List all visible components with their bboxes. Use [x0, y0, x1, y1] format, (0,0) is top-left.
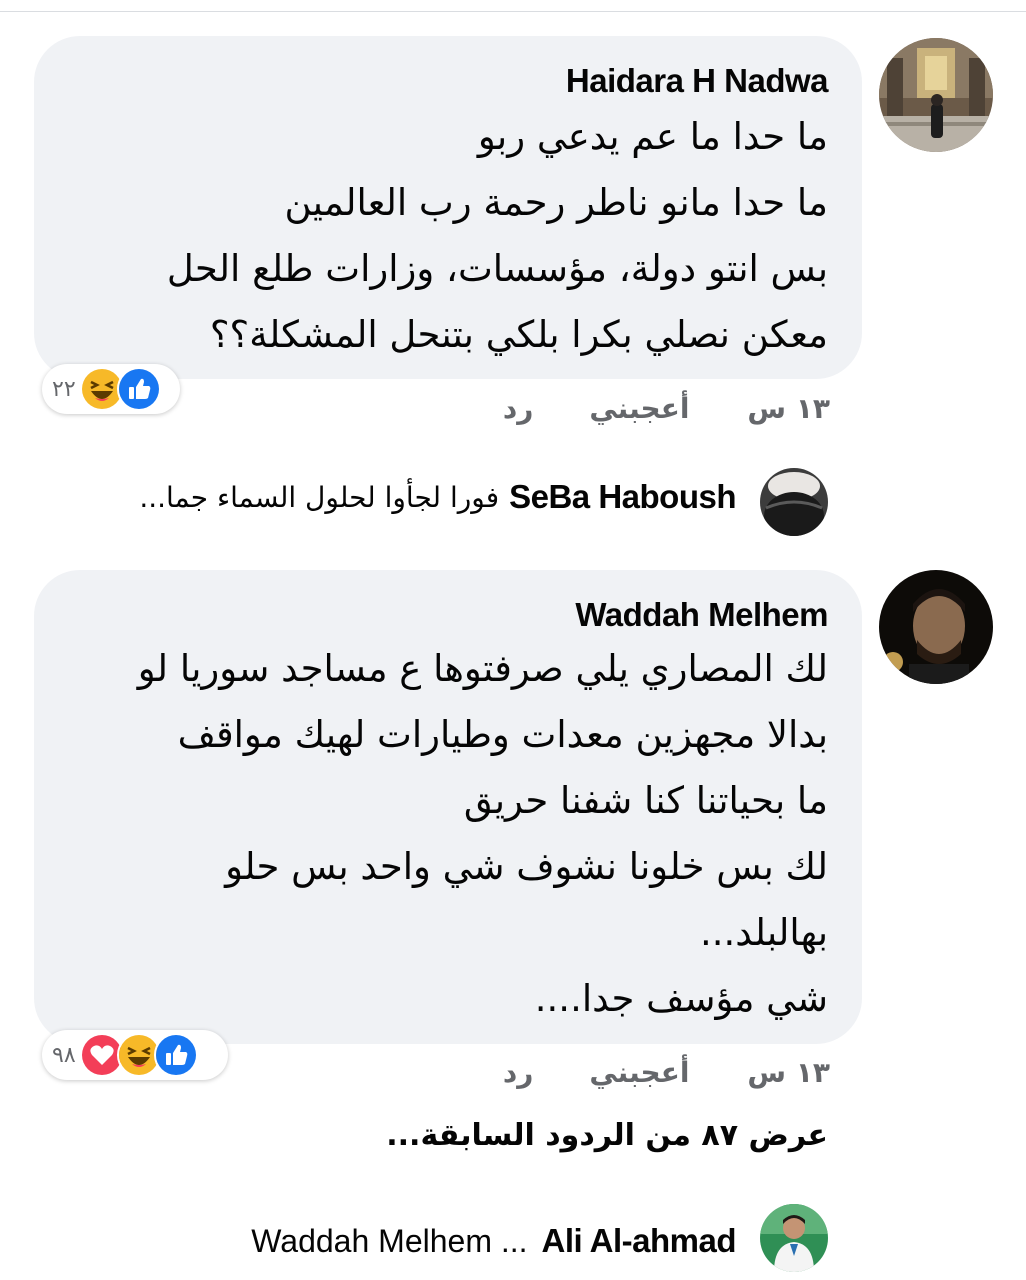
- comment-text-line: ما حدا ما عم يدعي ربو: [477, 115, 828, 158]
- comment-author[interactable]: Waddah Melhem: [575, 596, 828, 634]
- comment-time[interactable]: ١٣ س: [747, 392, 830, 425]
- comment-text-line: بهالبلد...: [699, 911, 828, 954]
- reply-author[interactable]: Ali Al-ahmad: [542, 1222, 737, 1260]
- comment-text-line: لك بس خلونا نشوف شي واحد بس حلو: [225, 845, 828, 888]
- comment-text-line: شي مؤسف جدا....: [534, 977, 828, 1020]
- reply-button[interactable]: رد: [503, 1056, 534, 1089]
- reply-snippet: فورا لجأوا لحلول السماء جما...: [139, 480, 500, 514]
- comment-text-line: بس انتو دولة، مؤسسات، وزارات طلع الحل: [166, 247, 828, 290]
- reply-preview[interactable]: SeBa Haboush فورا لجأوا لحلول السماء جما…: [139, 478, 736, 516]
- avatar-haidara[interactable]: [879, 38, 993, 152]
- comment-time[interactable]: ١٣ س: [747, 1056, 830, 1089]
- like-button[interactable]: أعجبني: [589, 1056, 689, 1089]
- profile-photo: [760, 468, 828, 536]
- like-icon: [153, 1033, 198, 1077]
- reply-preview[interactable]: Ali Al-ahmad Waddah Melhem ...: [251, 1222, 736, 1260]
- comment-actions: ١٣ س أعجبني رد: [503, 392, 830, 425]
- reaction-count: ٢٢: [52, 376, 76, 402]
- comment-actions: ١٣ س أعجبني رد: [503, 1056, 830, 1089]
- reaction-summary[interactable]: ٢٢: [42, 364, 180, 414]
- comment-bubble[interactable]: Waddah Melhem لك المصاري يلي صرفتوها ع م…: [34, 570, 862, 1044]
- top-divider: [0, 11, 1026, 12]
- comment-bubble[interactable]: Haidara H Nadwa ما حدا ما عم يدعي ربو ما…: [34, 36, 862, 379]
- avatar-seba[interactable]: [760, 468, 828, 536]
- comment-text-line: لك المصاري يلي صرفتوها ع مساجد سوريا لو: [137, 647, 828, 690]
- view-previous-replies-link[interactable]: عرض ٨٧ من الردود السابقة...: [386, 1118, 828, 1153]
- reply-snippet: Waddah Melhem ...: [251, 1222, 528, 1259]
- reply-button[interactable]: رد: [503, 392, 534, 425]
- like-button[interactable]: أعجبني: [589, 392, 689, 425]
- church-photo: [879, 38, 993, 152]
- avatar-waddah[interactable]: [879, 570, 993, 684]
- comment-author[interactable]: Haidara H Nadwa: [566, 62, 829, 100]
- profile-photo: [879, 570, 993, 684]
- comment-text-line: ما حدا مانو ناطر رحمة رب العالمين: [284, 181, 828, 224]
- reply-author[interactable]: SeBa Haboush: [509, 478, 736, 516]
- comment-text-line: بدالا مجهزين معدات وطيارات لهيك مواقف: [177, 713, 828, 756]
- avatar-ali[interactable]: [760, 1204, 828, 1272]
- like-icon: [116, 367, 161, 411]
- reaction-count: ٩٨: [52, 1042, 76, 1068]
- comment-text-line: ما بحياتنا كنا شفنا حريق: [463, 779, 828, 822]
- comment-text-line: معكن نصلي بكرا بلكي بتنحل المشكلة؟؟: [209, 313, 828, 356]
- reaction-summary[interactable]: ٩٨: [42, 1030, 228, 1080]
- profile-photo: [760, 1204, 828, 1272]
